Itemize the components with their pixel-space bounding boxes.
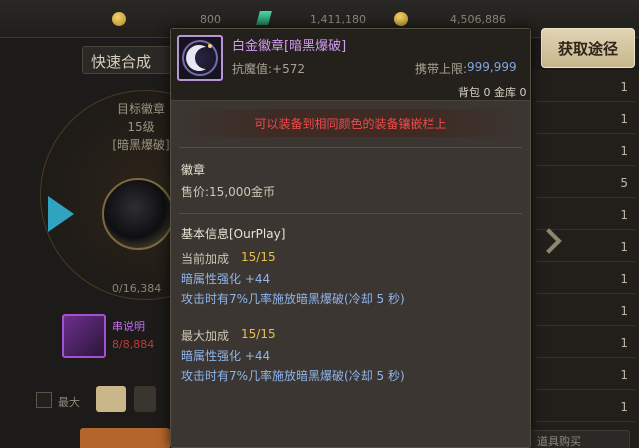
right-list-row[interactable]: 1 — [536, 106, 636, 134]
right-list-count: 1 — [620, 80, 628, 94]
right-list-count: 1 — [620, 240, 628, 254]
item-name: 白金徽章[暗黑爆破] — [232, 39, 347, 54]
current-bonus-value: 15/15 — [241, 250, 276, 264]
warning-banner: 可以装备到相同颜色的装备镶嵌栏上 — [177, 109, 524, 137]
resource-amount-1: 800 — [200, 13, 221, 26]
max-bonus-value: 15/15 — [241, 327, 276, 341]
item-price: 售价:15,000金币 — [181, 185, 276, 199]
current-stat-proc: 攻击时有7%几率施放暗黑爆破(冷却 5 秒) — [181, 292, 405, 306]
target-badge-orb[interactable] — [102, 178, 174, 250]
section-title: 基本信息[OurPlay] — [181, 227, 286, 241]
right-list-row[interactable]: 1 — [536, 362, 636, 390]
right-list-count: 1 — [620, 208, 628, 222]
item-purchase-button[interactable]: 道具购买 — [530, 430, 630, 448]
auto-add-button[interactable] — [80, 428, 170, 448]
minus-button[interactable] — [96, 386, 126, 412]
right-list-row[interactable]: 1 — [536, 394, 636, 422]
right-list-count: 1 — [620, 400, 628, 414]
max-stat-dark-boost: 暗属性强化 +44 — [181, 349, 271, 363]
carry-limit-label: 携带上限: — [415, 62, 468, 76]
right-list-row[interactable]: 1 — [536, 266, 636, 294]
tooltip-header: 白金徽章[暗黑爆破] 抗魔值:+572 携带上限: 999,999 背包 0 金… — [171, 29, 530, 101]
equip-warning: 可以装备到相同颜色的装备镶嵌栏上 — [254, 116, 447, 131]
right-list-count: 1 — [620, 368, 628, 382]
right-list-row[interactable]: 1 — [536, 74, 636, 102]
right-list-row[interactable]: 1 — [536, 202, 636, 230]
synthesis-progress: 0/16,384 — [112, 282, 162, 295]
max-checkbox[interactable] — [36, 392, 52, 408]
right-list-row[interactable]: 5 — [536, 170, 636, 198]
quantity-field[interactable] — [134, 386, 156, 412]
item-resist-value: 抗魔值:+572 — [232, 62, 306, 76]
get-path-button[interactable]: 获取途径 — [541, 28, 635, 68]
divider — [179, 213, 522, 214]
right-list-count: 1 — [620, 112, 628, 126]
right-list-row[interactable]: 1 — [536, 138, 636, 166]
right-list-count: 1 — [620, 336, 628, 350]
max-bonus-label: 最大加成 — [181, 329, 230, 343]
right-list-count: 1 — [620, 144, 628, 158]
green-gem-icon — [256, 11, 272, 25]
carry-limit-value: 999,999 — [467, 60, 517, 74]
current-bonus-label: 当前加成 — [181, 252, 230, 266]
max-label: 最大 — [58, 396, 80, 409]
item-type: 徽章 — [181, 163, 206, 177]
gold-coin-icon — [112, 12, 126, 26]
arrow-left-icon[interactable] — [48, 196, 74, 232]
material-item-icon[interactable] — [62, 314, 106, 358]
material-count: 8/8,884 — [112, 338, 155, 351]
right-list-row[interactable]: 1 — [536, 330, 636, 358]
resource-amount-2: 1,411,180 — [310, 13, 366, 26]
gold-coin-icon — [394, 12, 408, 26]
right-list-count: 5 — [620, 176, 628, 190]
right-list-count: 1 — [620, 272, 628, 286]
right-list-row[interactable]: 1 — [536, 298, 636, 326]
current-stat-dark-boost: 暗属性强化 +44 — [181, 272, 271, 286]
panel-title: 快速合成 — [82, 46, 182, 74]
right-list-count: 1 — [620, 304, 628, 318]
max-stat-proc: 攻击时有7%几率施放暗黑爆破(冷却 5 秒) — [181, 369, 405, 383]
crescent-moon-badge-icon — [177, 35, 223, 81]
divider — [179, 147, 522, 148]
material-name: 串说明 — [112, 320, 145, 333]
resource-amount-3: 4,506,886 — [450, 13, 506, 26]
item-tooltip: 白金徽章[暗黑爆破] 抗魔值:+572 携带上限: 999,999 背包 0 金… — [170, 28, 531, 448]
storage-counts: 背包 0 金库 0 — [458, 86, 527, 99]
